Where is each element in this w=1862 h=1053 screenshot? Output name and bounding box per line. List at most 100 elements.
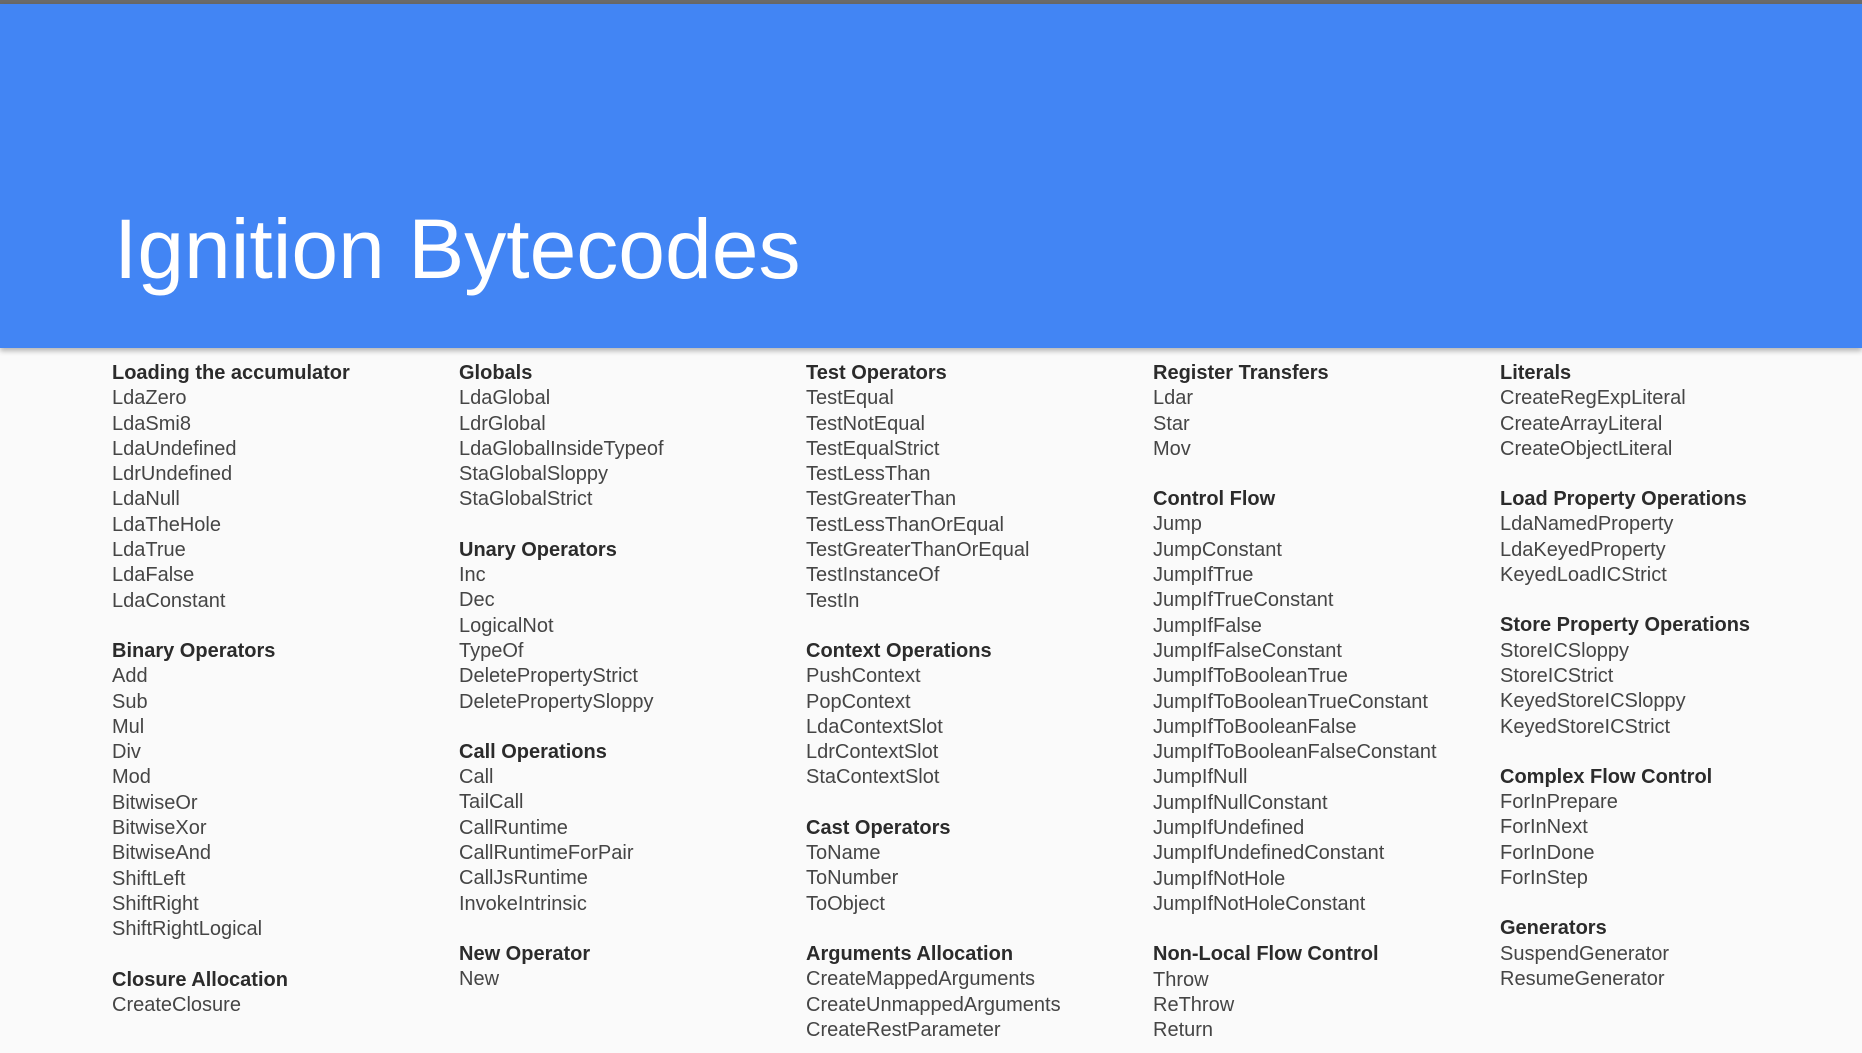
bytecode-item: TestLessThan xyxy=(806,463,931,486)
bytecode-item: Star xyxy=(1153,412,1190,435)
bytecode-item: LdaZero xyxy=(112,387,187,410)
bytecode-item: JumpIfToBooleanTrue xyxy=(1153,665,1348,688)
bytecode-item: LdrUndefined xyxy=(112,463,233,486)
bytecode-item: ToName xyxy=(806,842,881,865)
bytecode-item: Ldar xyxy=(1153,387,1194,410)
bytecode-item: ToObject xyxy=(806,892,885,915)
section-heading: Binary Operators xyxy=(112,639,276,662)
bytecode-item: CreateObjectLiteral xyxy=(1500,437,1673,460)
bytecode-item: TypeOf xyxy=(459,639,524,662)
bytecode-item: CreateClosure xyxy=(112,993,241,1016)
bytecode-item: ShiftRight xyxy=(112,892,199,915)
bytecode-item: TestLessThanOrEqual xyxy=(806,513,1004,536)
bytecode-item: CallRuntime xyxy=(459,816,568,839)
bytecode-item: BitwiseAnd xyxy=(112,842,211,865)
bytecode-item: JumpIfUndefined xyxy=(1153,817,1305,840)
bytecode-item: TestGreaterThanOrEqual xyxy=(806,539,1030,562)
bytecode-item: JumpIfFalseConstant xyxy=(1153,639,1342,662)
bytecode-item: Throw xyxy=(1153,968,1209,991)
bytecode-section: Non-Local Flow Control Throw ReThrow Return xyxy=(1153,942,1493,1043)
bytecode-section: Globals LdaGlobal LdrGlobal LdaGlobalInside… xyxy=(459,361,799,513)
bytecode-item: Mov xyxy=(1153,437,1191,460)
bytecode-item: Add xyxy=(112,665,148,688)
bytecode-item: ShiftRightLogical xyxy=(112,918,263,941)
section-heading: New Operator xyxy=(459,942,591,965)
bytecode-section: Binary Operators Add Sub Mul Div Mod BitwiseOr… xyxy=(112,639,452,943)
bytecode-item: Div xyxy=(112,741,141,764)
bytecode-item: New xyxy=(459,968,500,991)
column-1: Loading the accumulator LdaZero LdaSmi8 Lda… xyxy=(112,361,452,1043)
bytecode-item: LdaConstant xyxy=(112,589,226,612)
section-heading: Non-Local Flow Control xyxy=(1153,943,1379,966)
bytecode-section: Literals CreateRegExpLiteral CreateArrayLi… xyxy=(1500,361,1840,462)
bytecode-item: BitwiseXor xyxy=(112,817,207,840)
bytecode-item: JumpIfNotHole xyxy=(1153,867,1286,890)
bytecode-item: TailCall xyxy=(459,791,524,814)
bytecode-item: Jump xyxy=(1153,513,1202,536)
bytecode-item: ShiftLeft xyxy=(112,867,186,890)
section-heading: Cast Operators xyxy=(806,816,951,839)
bytecode-item: ForInDone xyxy=(1500,841,1595,864)
column-2: Globals LdaGlobal LdrGlobal LdaGlobalInside… xyxy=(459,361,799,1018)
bytecode-item: CreateRestParameter xyxy=(806,1018,1001,1041)
bytecode-item: ForInNext xyxy=(1500,816,1588,839)
bytecode-item: LdaSmi8 xyxy=(112,412,191,435)
bytecode-item: CreateMappedArguments xyxy=(806,968,1036,991)
bytecode-section: Closure Allocation CreateClosure xyxy=(112,968,452,1019)
bytecode-item: LdaTheHole xyxy=(112,513,221,536)
bytecode-item: KeyedStoreICSloppy xyxy=(1500,690,1686,713)
bytecode-section: Cast Operators ToName ToNumber ToObject xyxy=(806,816,1146,917)
bytecode-item: JumpIfToBooleanTrueConstant xyxy=(1153,690,1428,713)
bytecode-item: JumpConstant xyxy=(1153,538,1282,561)
bytecode-item: StoreICSloppy xyxy=(1500,639,1629,662)
column-4: Register Transfers Ldar Star Mov Control Flo… xyxy=(1153,361,1493,1053)
bytecode-item: LdaNamedProperty xyxy=(1500,513,1674,536)
section-heading: Control Flow xyxy=(1153,488,1276,511)
section-heading: Register Transfers xyxy=(1153,362,1329,384)
bytecode-section: Control Flow Jump JumpConstant JumpIfTrue Ju… xyxy=(1153,487,1493,917)
bytecode-item: CallRuntimeForPair xyxy=(459,842,634,865)
bytecode-section: New Operator New xyxy=(459,942,799,993)
bytecode-item: LdrContextSlot xyxy=(806,741,939,764)
bytecode-item: LdaGlobal xyxy=(459,387,551,410)
bytecode-section: Call Operations Call TailCall CallRuntime Ca… xyxy=(459,740,799,917)
bytecode-item: LdaContextSlot xyxy=(806,715,943,738)
column-5: Literals CreateRegExpLiteral CreateArrayLi… xyxy=(1500,361,1840,1017)
bytecode-item: LogicalNot xyxy=(459,614,554,637)
bytecode-item: TestGreaterThan xyxy=(806,488,957,511)
bytecode-section: Unary Operators Inc Dec LogicalNot TypeOf Del… xyxy=(459,538,799,715)
section-heading: Closure Allocation xyxy=(112,968,288,991)
section-heading: Literals xyxy=(1500,362,1572,384)
bytecode-item: JumpIfToBooleanFalse xyxy=(1153,715,1357,738)
bytecode-section: Load Property Operations LdaNamedProperty… xyxy=(1500,487,1840,588)
bytecode-section: Arguments Allocation CreateMappedArgument… xyxy=(806,942,1146,1043)
bytecode-item: JumpIfTrueConstant xyxy=(1153,589,1334,612)
section-heading: Unary Operators xyxy=(459,538,617,561)
section-heading: Context Operations xyxy=(806,639,992,662)
section-heading: Call Operations xyxy=(459,740,607,763)
bytecode-item: KeyedLoadICStrict xyxy=(1500,564,1667,587)
bytecode-item: DeletePropertySloppy xyxy=(459,690,654,713)
bytecode-item: ForInPrepare xyxy=(1500,791,1618,814)
page-title: Ignition Bytecodes xyxy=(114,202,801,296)
bytecode-item: StaContextSlot xyxy=(806,766,940,789)
bytecode-item: InvokeIntrinsic xyxy=(459,892,587,915)
section-heading: Globals xyxy=(459,362,533,384)
bytecode-item: LdaGlobalInsideTypeof xyxy=(459,437,664,460)
bytecode-item: Mod xyxy=(112,766,151,789)
bytecode-item: LdaFalse xyxy=(112,564,195,587)
bytecode-item: CallJsRuntime xyxy=(459,867,588,890)
bytecode-section: Test Operators TestEqual TestNotEqual TestE… xyxy=(806,361,1146,614)
bytecode-item: KeyedStoreICStrict xyxy=(1500,715,1671,738)
bytecode-item: StaGlobalStrict xyxy=(459,488,593,511)
bytecode-item: ReThrow xyxy=(1153,993,1235,1016)
bytecode-item: Inc xyxy=(459,564,486,587)
bytecode-item: PopContext xyxy=(806,690,911,713)
bytecode-item: ToNumber xyxy=(806,867,899,890)
bytecode-section: Loading the accumulator LdaZero LdaSmi8 Lda… xyxy=(112,361,452,614)
bytecode-section: Store Property Operations StoreICSloppy St… xyxy=(1500,613,1840,739)
section-heading: Store Property Operations xyxy=(1500,614,1751,637)
bytecode-item: TestEqualStrict xyxy=(806,437,940,460)
bytecode-item: Call xyxy=(459,766,494,789)
bytecode-section: Context Operations PushContext PopContext L… xyxy=(806,639,1146,791)
